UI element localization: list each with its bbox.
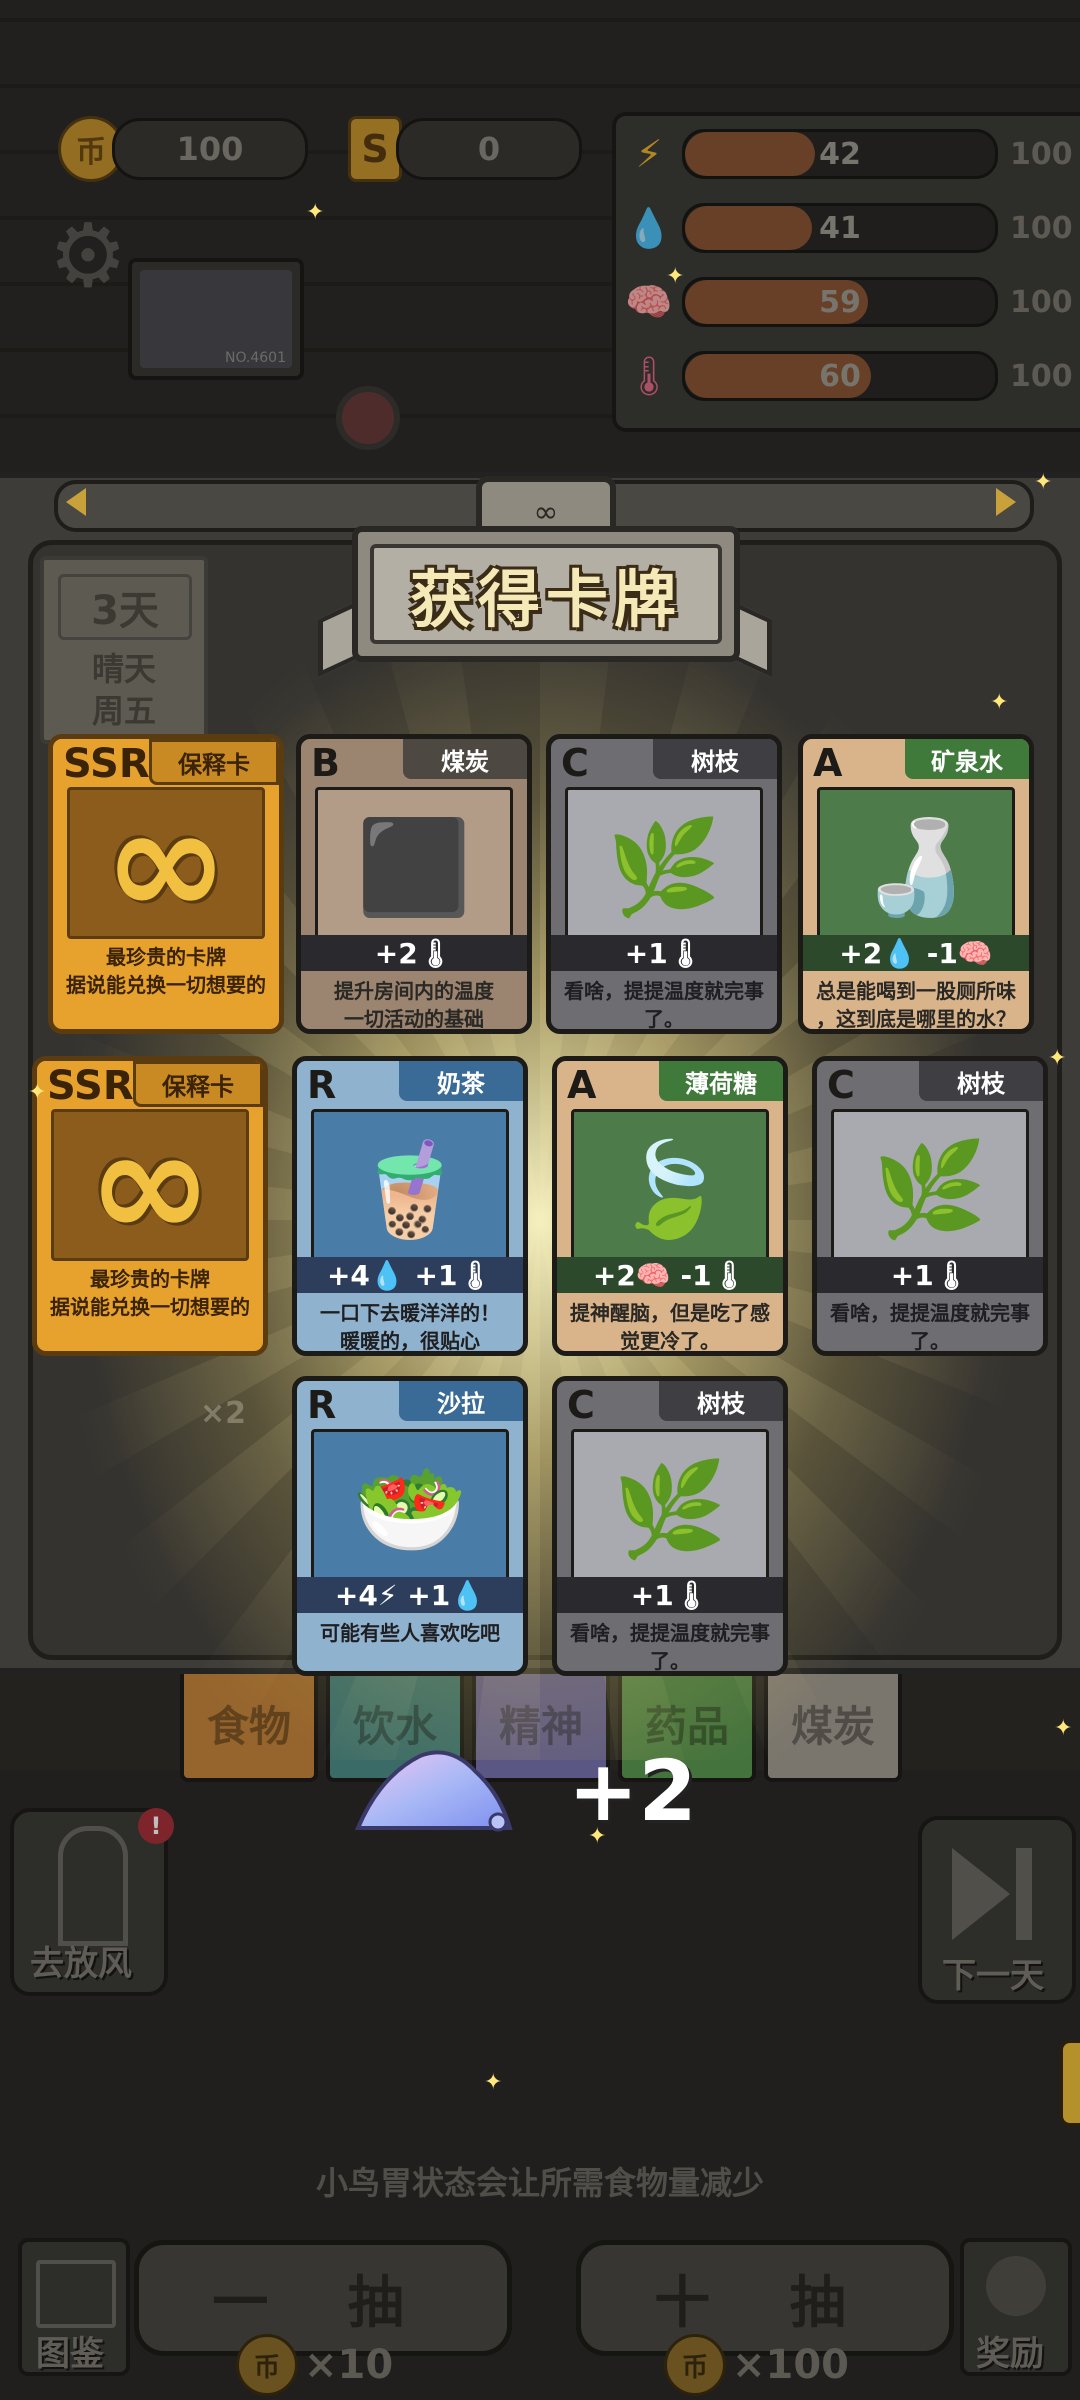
card-branch[interactable]: C 树枝 🌿 +1🌡 看啥，提提温度就完事 了。 (812, 1056, 1048, 1356)
mint-leaf-icon: 🍃 (612, 1136, 728, 1243)
card-name: 煤炭 (403, 739, 527, 779)
coal-icon: ⬛ (356, 814, 472, 921)
card-desc: 总是能喝到一股厕所味 ，这到底是哪里的水？ (816, 979, 1016, 1031)
card-name: 奶茶 (399, 1061, 523, 1101)
card-mineral-water[interactable]: A 矿泉水 🍶 +2💧 -1🧠 总是能喝到一股厕所味 ，这到底是哪里的水？ (798, 734, 1034, 1034)
sparkle-icon: ✦ (1054, 1716, 1073, 1741)
card-rank: SSR (47, 1063, 134, 1109)
card-desc: 看啥，提提温度就完事 了。 (570, 1621, 770, 1673)
card-ssr-bail[interactable]: SSR 保释卡 ∞ 最珍贵的卡牌 据说能兑换一切想要的 (48, 734, 284, 1034)
card-desc: 最珍贵的卡牌 据说能兑换一切想要的 (50, 1267, 250, 1319)
infinity-emblem-icon: ∞ (533, 494, 559, 530)
card-effect: +4⚡ +1💧 (297, 1577, 523, 1613)
card-rank: B (311, 741, 340, 785)
card-rank: C (561, 741, 589, 785)
card-name: 矿泉水 (905, 739, 1029, 779)
dialog-title: 获得卡牌 (409, 563, 682, 636)
card-salad[interactable]: R 沙拉 🥗 +4⚡ +1💧 可能有些人喜欢吃吧 (292, 1376, 528, 1676)
branch-icon: 🌿 (872, 1136, 988, 1243)
milk-tea-icon: 🧋 (352, 1136, 468, 1243)
card-ssr-bail[interactable]: SSR 保释卡 ∞ 最珍贵的卡牌 据说能兑换一切想要的 (32, 1056, 268, 1356)
branch-icon: 🌿 (612, 1456, 728, 1563)
card-mint-candy[interactable]: A 薄荷糖 🍃 +2🧠 -1🌡 提神醒脑，但是吃了感 觉更冷了。 (552, 1056, 788, 1356)
card-branch[interactable]: C 树枝 🌿 +1🌡 看啥，提提温度就完事 了。 (546, 734, 782, 1034)
card-desc: 提神醒脑，但是吃了感 觉更冷了。 (570, 1301, 770, 1353)
arrow-right-icon (996, 488, 1016, 516)
card-desc: 一口下去暖洋洋的！ 暖暖的，很贴心 (320, 1301, 500, 1353)
branch-icon: 🌿 (606, 814, 722, 921)
card-name: 树枝 (659, 1381, 783, 1421)
crystal-pile-icon (354, 1750, 513, 1832)
card-effect: +1🌡 (551, 935, 777, 971)
card-effect: +2🌡 (301, 935, 527, 971)
card-name: 树枝 (653, 739, 777, 779)
sparkle-icon: ✦ (1048, 1046, 1067, 1071)
sparkle-icon: ✦ (484, 2070, 503, 2095)
card-desc: 看啥，提提温度就完事 了。 (830, 1301, 1030, 1353)
water-bottle-icon: 🍶 (858, 814, 974, 921)
card-desc: 最珍贵的卡牌 据说能兑换一切想要的 (66, 945, 266, 997)
card-effect: +1🌡 (557, 1577, 783, 1613)
card-rank: C (567, 1383, 595, 1427)
sparkle-icon: ✦ (588, 1824, 607, 1849)
sparkle-icon: ✦ (28, 1080, 47, 1105)
card-rank: A (813, 741, 843, 785)
card-rank: R (307, 1063, 337, 1107)
card-rank: C (827, 1063, 855, 1107)
infinity-icon: ∞ (103, 787, 229, 939)
card-name: 树枝 (919, 1061, 1043, 1101)
card-desc: 看啥，提提温度就完事 了。 (564, 979, 764, 1031)
arrow-left-icon (66, 488, 86, 516)
title-plaque: 获得卡牌 (352, 526, 740, 662)
card-effect: +4💧 +1🌡 (297, 1257, 523, 1293)
card-desc: 可能有些人喜欢吃吧 (320, 1621, 500, 1645)
card-rank: SSR (63, 741, 150, 787)
card-name: 保释卡 (133, 1061, 263, 1107)
card-name: 薄荷糖 (659, 1061, 783, 1101)
card-rank: A (567, 1063, 597, 1107)
sparkle-icon: ✦ (306, 200, 325, 225)
card-effect: +1🌡 (817, 1257, 1043, 1293)
card-coal[interactable]: B 煤炭 ⬛ +2🌡 提升房间内的温度 一切活动的基础 (296, 734, 532, 1034)
salad-icon: 🥗 (352, 1456, 468, 1563)
card-branch[interactable]: C 树枝 🌿 +1🌡 看啥，提提温度就完事 了。 (552, 1376, 788, 1676)
infinity-icon: ∞ (87, 1109, 213, 1261)
sparkle-icon: ✦ (666, 264, 685, 289)
card-desc: 提升房间内的温度 一切活动的基础 (334, 979, 494, 1031)
card-name: 沙拉 (399, 1381, 523, 1421)
sparkle-icon: ✦ (1034, 470, 1053, 495)
card-effect: +2🧠 -1🌡 (557, 1257, 783, 1293)
sparkle-icon: ✦ (990, 690, 1009, 715)
card-milk-tea[interactable]: R 奶茶 🧋 +4💧 +1🌡 一口下去暖洋洋的！ 暖暖的，很贴心 (292, 1056, 528, 1356)
card-rank: R (307, 1383, 337, 1427)
card-effect: +2💧 -1🧠 (803, 935, 1029, 971)
card-name: 保释卡 (149, 739, 279, 785)
